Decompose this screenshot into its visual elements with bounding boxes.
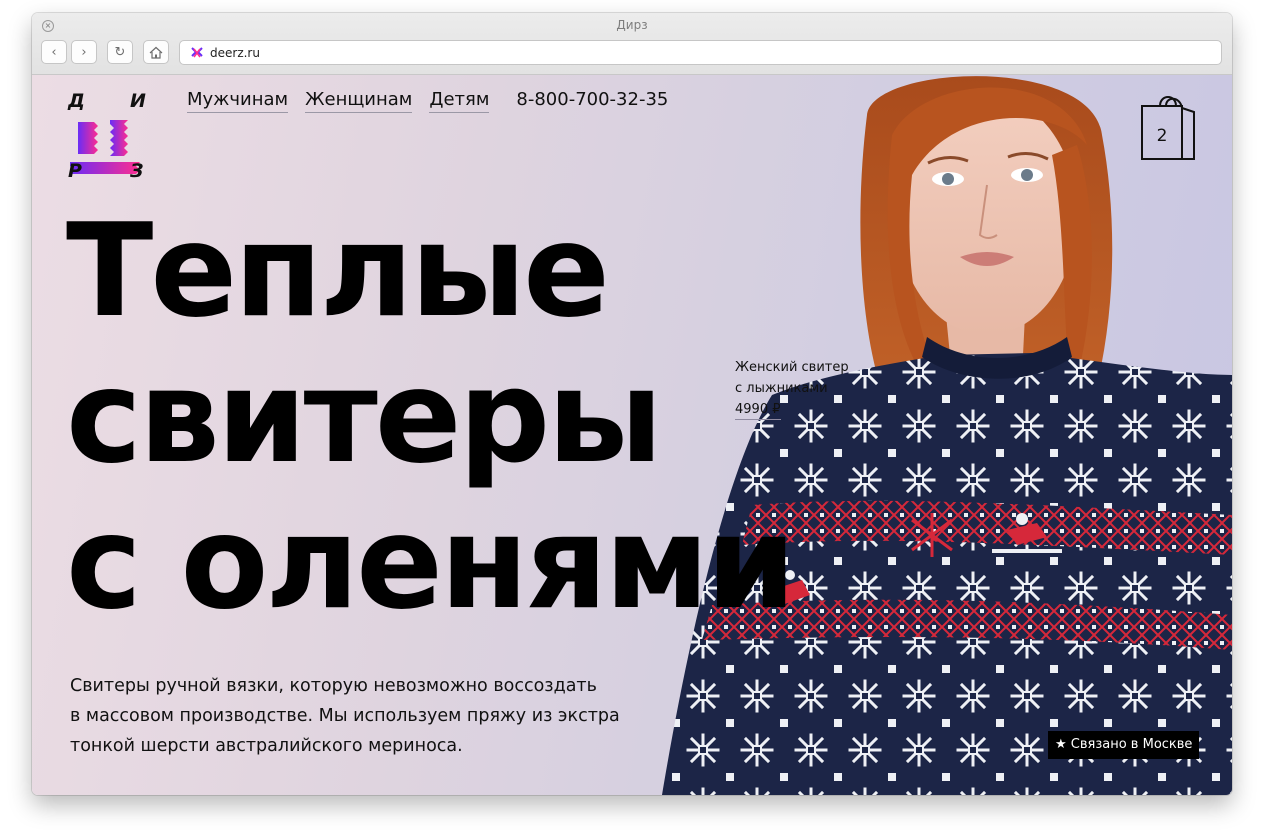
url-text: deerz.ru (210, 45, 260, 60)
headline-line: свитеры (66, 343, 663, 492)
headline-line: с оленями (66, 489, 796, 638)
chevron-left-icon: ‹ (51, 44, 57, 60)
browser-toolbar: × Дирз ‹ › ↻ deerz.ru (32, 13, 1232, 75)
page-viewport: Д И Р З Мужчинам Женщинам Детям 8-800-70… (32, 75, 1232, 795)
nav-link-women[interactable]: Женщинам (305, 89, 413, 113)
home-button[interactable] (143, 40, 169, 64)
product-price[interactable]: 4990 ₽ (735, 401, 781, 420)
chevron-right-icon: › (81, 44, 87, 60)
logo-letter-i: И (130, 90, 146, 112)
hero-headline: Теплые свитеры с оленями (66, 197, 796, 638)
phone-number[interactable]: 8-800-700-32-35 (516, 89, 668, 111)
window-title: Дирз (616, 18, 648, 32)
site-favicon-icon (191, 46, 203, 59)
deerz-logo[interactable]: Д И Р З (68, 90, 150, 182)
reload-icon: ↻ (114, 44, 126, 60)
description-line: в массовом производстве. Мы используем п… (70, 706, 620, 726)
home-icon (149, 46, 163, 59)
nav-link-men[interactable]: Мужчинам (187, 89, 289, 113)
reload-button[interactable]: ↻ (107, 40, 133, 64)
product-name-line: Женский свитер (735, 360, 849, 375)
logo-letter-z: З (130, 160, 144, 182)
logo-letter-d: Д (68, 90, 85, 112)
main-navigation: Мужчинам Женщинам Детям 8-800-700-32-35 (187, 89, 668, 113)
headline-line: Теплые (66, 197, 610, 346)
forward-button[interactable]: › (71, 40, 97, 64)
hero-description: Свитеры ручной вязки, которую невозможно… (70, 671, 630, 761)
browser-window: × Дирз ‹ › ↻ deerz.ru Д И Р З Мужчинам Ж… (32, 13, 1232, 795)
description-line: тонкой шерсти австралийского мериноса. (70, 736, 463, 756)
cart-count[interactable]: 2 (1142, 126, 1182, 146)
logo-letter-r: Р (68, 160, 82, 182)
made-in-moscow-badge: ★ Связано в Москве (1048, 731, 1200, 759)
description-line: Свитеры ручной вязки, которую невозможно… (70, 676, 597, 696)
product-caption[interactable]: Женский свитер с лыжниками 4990 ₽ (735, 357, 849, 420)
back-button[interactable]: ‹ (41, 40, 67, 64)
nav-link-kids[interactable]: Детям (429, 89, 490, 113)
product-name-line: с лыжниками (735, 381, 828, 396)
address-bar[interactable]: deerz.ru (179, 40, 1222, 65)
